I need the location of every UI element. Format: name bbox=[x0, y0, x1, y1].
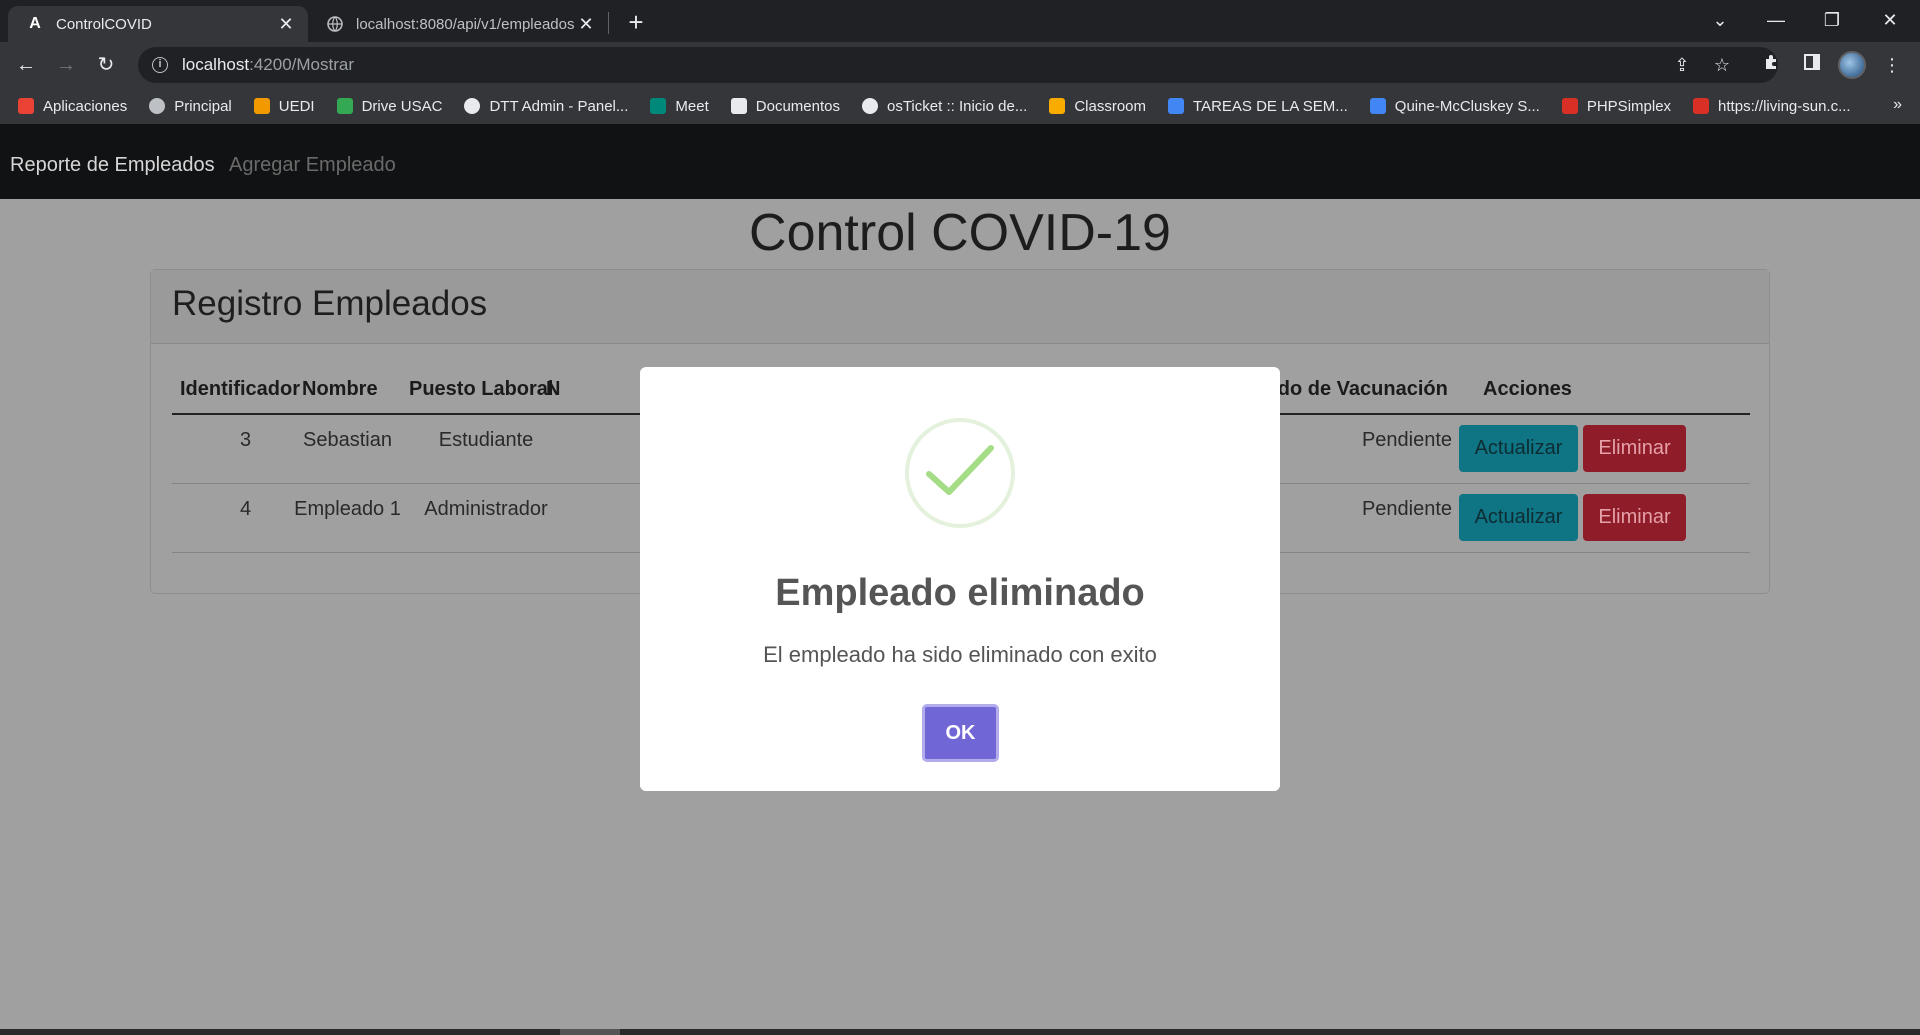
tab-title: localhost:8080/api/v1/empleados bbox=[356, 15, 575, 33]
ok-button[interactable]: OK bbox=[922, 704, 999, 762]
classroom-icon bbox=[1049, 98, 1066, 114]
restore-icon[interactable]: ❐ bbox=[1812, 6, 1852, 34]
reload-icon[interactable]: ↻ bbox=[92, 51, 120, 79]
tab-title: ControlCOVID bbox=[56, 15, 152, 33]
side-panel-icon[interactable] bbox=[1798, 51, 1826, 79]
document-icon bbox=[730, 98, 747, 114]
page-title: Control COVID-19 bbox=[749, 204, 1171, 262]
address-path: :4200/Mostrar bbox=[249, 55, 354, 74]
nav-report-link[interactable]: Reporte de Empleados bbox=[10, 154, 215, 177]
close-icon[interactable]: ✕ bbox=[576, 14, 596, 34]
bookmark-label: DTT Admin - Panel... bbox=[489, 97, 629, 115]
tab-search-icon[interactable]: ⌄ bbox=[1700, 6, 1740, 34]
bookmark-label: TAREAS DE LA SEM... bbox=[1193, 97, 1348, 115]
menu-icon[interactable]: ⋮ bbox=[1878, 51, 1906, 79]
bookmark-item[interactable]: Classroom bbox=[1049, 98, 1146, 115]
scrollbar-thumb[interactable] bbox=[560, 1029, 620, 1035]
header-estado-vacunacion: tado de Vacunación bbox=[1260, 378, 1448, 400]
dialog-message: El empleado ha sido eliminado con exito bbox=[763, 642, 1157, 667]
bookmark-label: UEDI bbox=[278, 97, 315, 115]
bookmark-item[interactable]: Drive USAC bbox=[336, 97, 443, 115]
bookmark-label: Quine-McCluskey S... bbox=[1394, 97, 1540, 115]
tab-separator bbox=[608, 12, 609, 34]
bookmark-label: Aplicaciones bbox=[43, 97, 128, 115]
docs-icon bbox=[1168, 98, 1185, 114]
bookmark-label: Classroom bbox=[1074, 97, 1147, 115]
dialog-title: Empleado eliminado bbox=[775, 572, 1145, 614]
site-info-icon[interactable]: i bbox=[152, 57, 168, 73]
close-icon[interactable]: ✕ bbox=[276, 14, 296, 34]
bottom-scrollbar[interactable] bbox=[0, 1029, 1920, 1035]
update-button[interactable]: Actualizar bbox=[1459, 425, 1578, 472]
bookmark-item[interactable]: PHPSimplex bbox=[1561, 97, 1672, 115]
bookmark-item[interactable]: UEDI bbox=[253, 97, 315, 115]
browser-tab-bar: A ControlCOVID ✕ localhost:8080/api/v1/e… bbox=[0, 0, 1920, 42]
cell-job: Estudiante bbox=[438, 429, 534, 451]
tab-api-empleados[interactable]: localhost:8080/api/v1/empleados ✕ bbox=[312, 6, 608, 42]
quine-icon bbox=[1369, 98, 1386, 114]
globe-icon bbox=[861, 98, 878, 114]
bookmark-label: Meet bbox=[675, 97, 709, 115]
browser-toolbar: ← → ↻ i localhost:4200/Mostrar ⇪ ☆ ⋮ bbox=[0, 42, 1920, 88]
bookmark-label: PHPSimplex bbox=[1586, 97, 1672, 115]
window-close-icon[interactable]: ✕ bbox=[1870, 6, 1910, 34]
drive-icon bbox=[336, 98, 353, 114]
header-truncated: N bbox=[546, 378, 561, 400]
cell-name: Empleado 1 bbox=[294, 498, 401, 520]
bookmark-item[interactable]: Principal bbox=[149, 98, 232, 115]
header-puesto: Puesto Laboral bbox=[409, 378, 554, 400]
bookmark-item[interactable]: Meet bbox=[650, 97, 709, 115]
update-button[interactable]: Actualizar bbox=[1459, 494, 1578, 541]
extensions-icon[interactable] bbox=[1758, 51, 1786, 79]
apps-grid-icon bbox=[18, 98, 34, 114]
share-icon[interactable]: ⇪ bbox=[1668, 51, 1696, 79]
globe-icon bbox=[464, 98, 481, 114]
globe-icon bbox=[326, 15, 344, 33]
cell-job: Administrador bbox=[424, 498, 548, 520]
header-identificador: Identificador bbox=[180, 378, 301, 400]
principal-icon bbox=[149, 98, 166, 114]
minimize-icon[interactable]: — bbox=[1756, 6, 1796, 34]
card-title: Registro Empleados bbox=[151, 270, 1769, 344]
star-icon[interactable]: ☆ bbox=[1708, 51, 1736, 79]
more-bookmarks-icon[interactable]: » bbox=[1893, 96, 1902, 114]
meet-icon bbox=[650, 98, 667, 114]
bookmark-label: Drive USAC bbox=[361, 97, 443, 115]
forward-icon[interactable]: → bbox=[52, 51, 80, 79]
site-icon bbox=[1693, 98, 1710, 114]
header-acciones: Acciones bbox=[1483, 378, 1572, 400]
delete-button[interactable]: Eliminar bbox=[1583, 494, 1686, 541]
address-host: localhost bbox=[182, 55, 250, 74]
avatar[interactable] bbox=[1838, 51, 1866, 79]
bookmark-item[interactable]: osTicket :: Inicio de... bbox=[861, 97, 1028, 115]
bookmark-item[interactable]: Aplicaciones bbox=[18, 98, 127, 115]
bookmark-item[interactable]: TAREAS DE LA SEM... bbox=[1168, 98, 1348, 115]
nav-add-link[interactable]: Agregar Empleado bbox=[229, 154, 396, 177]
bookmark-item[interactable]: DTT Admin - Panel... bbox=[464, 98, 628, 115]
bookmark-label: Documentos bbox=[755, 97, 840, 115]
bookmarks-bar: Aplicaciones Principal UEDI Drive USAC DTT A… bbox=[0, 88, 1920, 124]
calendar-icon bbox=[1561, 98, 1578, 114]
angular-icon: A bbox=[29, 15, 41, 32]
bookmark-label: osTicket :: Inicio de... bbox=[886, 97, 1028, 115]
address-bar[interactable]: i localhost:4200/Mostrar bbox=[138, 47, 1778, 83]
bookmark-item[interactable]: Quine-McCluskey S... bbox=[1369, 97, 1540, 115]
bookmark-label: Principal bbox=[174, 97, 232, 115]
tab-controlcovid[interactable]: A ControlCOVID ✕ bbox=[8, 6, 308, 42]
bookmark-label: https://living-sun.c... bbox=[1718, 97, 1851, 115]
app-navbar: Reporte de Empleados Agregar Empleado bbox=[0, 124, 1920, 199]
header-nombre: Nombre bbox=[302, 378, 378, 400]
back-icon[interactable]: ← bbox=[12, 51, 40, 79]
new-tab-icon[interactable]: + bbox=[622, 8, 650, 36]
uedi-icon bbox=[253, 98, 270, 114]
cell-name: Sebastian bbox=[303, 429, 392, 451]
success-dialog: Empleado eliminado El empleado ha sido e… bbox=[640, 367, 1280, 791]
delete-button[interactable]: Eliminar bbox=[1583, 425, 1686, 472]
success-check-icon bbox=[905, 418, 1015, 528]
bookmark-item[interactable]: Documentos bbox=[730, 97, 840, 115]
bookmark-item[interactable]: https://living-sun.c... bbox=[1693, 98, 1851, 115]
